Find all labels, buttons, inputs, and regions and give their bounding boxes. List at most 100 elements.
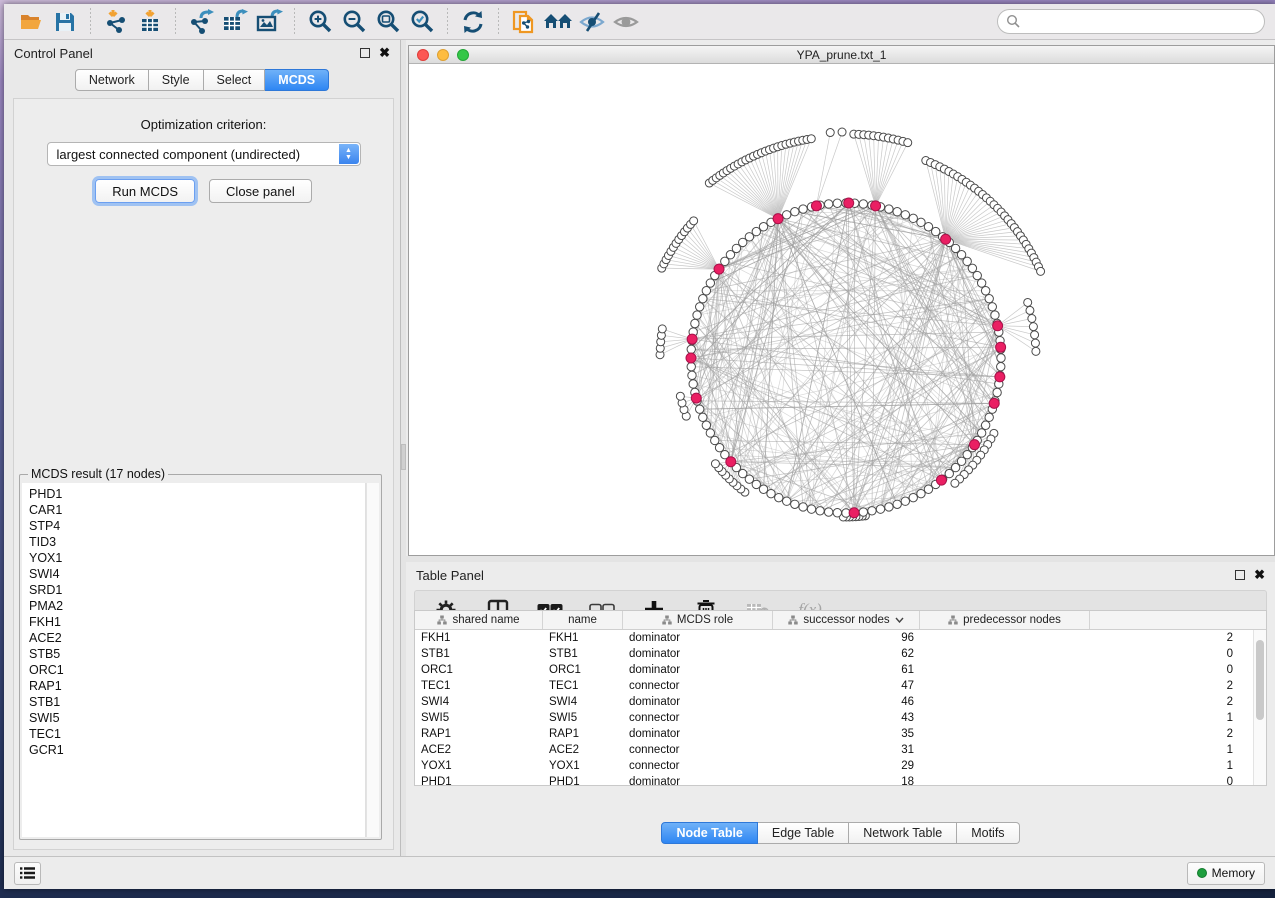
- network-node[interactable]: [997, 362, 1005, 370]
- refresh-button[interactable]: [458, 7, 488, 37]
- network-node[interactable]: [876, 505, 884, 513]
- network-node[interactable]: [859, 508, 867, 516]
- table-row[interactable]: PHD1PHD1dominator180: [415, 774, 1253, 785]
- network-hub-node[interactable]: [691, 393, 701, 403]
- zoom-out-button[interactable]: [339, 7, 369, 37]
- mcds-result-item[interactable]: ACE2: [29, 630, 365, 646]
- export-image-button[interactable]: [254, 7, 284, 37]
- network-node[interactable]: [791, 207, 799, 215]
- network-node[interactable]: [1031, 331, 1039, 339]
- network-node[interactable]: [702, 421, 710, 429]
- tab-motifs[interactable]: Motifs: [957, 822, 1019, 844]
- network-node[interactable]: [1028, 314, 1036, 322]
- network-node[interactable]: [658, 325, 666, 333]
- network-node[interactable]: [791, 500, 799, 508]
- network-node[interactable]: [711, 460, 719, 468]
- mcds-result-item[interactable]: SWI5: [29, 710, 365, 726]
- network-node[interactable]: [868, 507, 876, 515]
- network-hub-node[interactable]: [995, 372, 1005, 382]
- network-node[interactable]: [699, 413, 707, 421]
- clone-network-button[interactable]: [509, 7, 539, 37]
- table-row[interactable]: SWI5SWI5connector431: [415, 710, 1253, 726]
- network-node[interactable]: [687, 362, 695, 370]
- network-node[interactable]: [824, 508, 832, 516]
- network-node[interactable]: [924, 485, 932, 493]
- network-node[interactable]: [838, 128, 846, 136]
- hide-selected-button[interactable]: [577, 7, 607, 37]
- network-node[interactable]: [909, 493, 917, 501]
- network-node[interactable]: [706, 279, 714, 287]
- network-hub-node[interactable]: [811, 201, 821, 211]
- network-node[interactable]: [775, 493, 783, 501]
- network-hub-node[interactable]: [941, 234, 951, 244]
- first-neighbors-button[interactable]: [543, 7, 573, 37]
- network-node[interactable]: [985, 413, 993, 421]
- network-node[interactable]: [988, 303, 996, 311]
- network-node[interactable]: [1029, 323, 1037, 331]
- network-node[interactable]: [951, 479, 959, 487]
- column-header-name[interactable]: name: [543, 611, 623, 629]
- tab-node-table[interactable]: Node Table: [661, 822, 757, 844]
- table-row[interactable]: FKH1FKH1dominator962: [415, 630, 1253, 646]
- network-node[interactable]: [1026, 306, 1034, 314]
- network-node[interactable]: [977, 429, 985, 437]
- network-node[interactable]: [1032, 347, 1040, 355]
- search-input[interactable]: [997, 9, 1265, 34]
- mcds-result-item[interactable]: RAP1: [29, 678, 365, 694]
- network-node[interactable]: [689, 380, 697, 388]
- float-panel-icon[interactable]: [1235, 570, 1245, 580]
- table-row[interactable]: RAP1RAP1dominator352: [415, 726, 1253, 742]
- optimization-criterion-select[interactable]: largest connected component (undirected)…: [47, 142, 361, 166]
- network-node[interactable]: [693, 311, 701, 319]
- tab-network-table[interactable]: Network Table: [849, 822, 957, 844]
- network-node[interactable]: [885, 205, 893, 213]
- float-panel-icon[interactable]: [360, 48, 370, 58]
- table-row[interactable]: ORC1ORC1dominator610: [415, 662, 1253, 678]
- mcds-result-item[interactable]: GCR1: [29, 742, 365, 758]
- network-node[interactable]: [885, 503, 893, 511]
- mcds-result-item[interactable]: STB5: [29, 646, 365, 662]
- network-node[interactable]: [807, 505, 815, 513]
- network-node[interactable]: [782, 211, 790, 219]
- mcds-result-item[interactable]: YOX1: [29, 550, 365, 566]
- network-node[interactable]: [799, 205, 807, 213]
- network-canvas[interactable]: [409, 64, 1274, 555]
- network-hub-node[interactable]: [871, 201, 881, 211]
- network-hub-node[interactable]: [726, 457, 736, 467]
- tab-select[interactable]: Select: [204, 69, 266, 91]
- export-table-button[interactable]: [220, 7, 250, 37]
- network-node[interactable]: [981, 287, 989, 295]
- table-row[interactable]: TEC1TEC1connector472: [415, 678, 1253, 694]
- tab-style[interactable]: Style: [149, 69, 204, 91]
- tab-network[interactable]: Network: [75, 69, 149, 91]
- close-panel-icon[interactable]: ✖: [379, 48, 390, 58]
- network-hub-node[interactable]: [773, 214, 783, 224]
- network-window-titlebar[interactable]: YPA_prune.txt_1: [409, 46, 1274, 64]
- network-node[interactable]: [824, 200, 832, 208]
- tab-edge-table[interactable]: Edge Table: [758, 822, 849, 844]
- zoom-selected-button[interactable]: [407, 7, 437, 37]
- network-node[interactable]: [993, 388, 1001, 396]
- network-node[interactable]: [833, 199, 841, 207]
- mcds-result-list[interactable]: PHD1CAR1STP4TID3YOX1SWI4SRD1PMA2FKH1ACE2…: [22, 483, 366, 837]
- network-node[interactable]: [699, 294, 707, 302]
- network-hub-node[interactable]: [936, 475, 946, 485]
- zoom-in-button[interactable]: [305, 7, 335, 37]
- network-node[interactable]: [991, 311, 999, 319]
- export-network-button[interactable]: [186, 7, 216, 37]
- network-node[interactable]: [807, 135, 815, 143]
- mcds-result-item[interactable]: PMA2: [29, 598, 365, 614]
- scrollbar-thumb[interactable]: [1256, 640, 1264, 720]
- mcds-result-item[interactable]: CAR1: [29, 502, 365, 518]
- mcds-result-item[interactable]: STB1: [29, 694, 365, 710]
- network-hub-node[interactable]: [849, 508, 859, 518]
- network-hub-node[interactable]: [686, 353, 696, 363]
- network-node[interactable]: [904, 139, 912, 147]
- mcds-list-scrollbar[interactable]: [366, 483, 379, 837]
- column-header-MCDS-role[interactable]: MCDS role: [623, 611, 773, 629]
- network-node[interactable]: [687, 345, 695, 353]
- mcds-result-item[interactable]: PHD1: [29, 486, 365, 502]
- open-file-button[interactable]: [16, 7, 46, 37]
- network-node[interactable]: [691, 319, 699, 327]
- network-node[interactable]: [893, 207, 901, 215]
